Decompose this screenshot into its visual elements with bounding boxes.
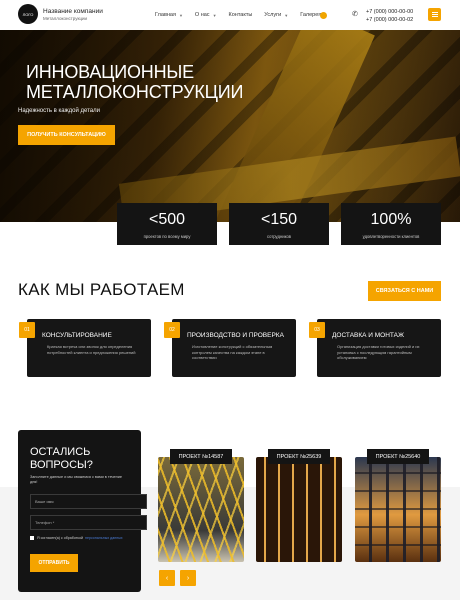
form-title: ОСТАЛИСЬ ВОПРОСЫ? bbox=[30, 446, 93, 471]
consultation-button[interactable]: ПОЛУЧИТЬ КОНСУЛЬТАЦИЮ bbox=[18, 125, 115, 145]
site-header: ЛОГО Название компании Металлоконструкци… bbox=[0, 0, 460, 30]
prev-arrow-icon[interactable]: ‹ bbox=[159, 570, 175, 586]
company-block: Название компании Металлоконструкции bbox=[43, 8, 103, 22]
process-step-card: 03 ДОСТАВКА И МОНТАЖ Организация доставк… bbox=[309, 319, 441, 377]
nav-label: Галерея bbox=[300, 12, 322, 18]
phone-1[interactable]: +7 (000) 000-00-00 bbox=[366, 8, 413, 16]
stat-card: 100% удовлетворенности клиентов bbox=[341, 203, 441, 245]
project-image[interactable] bbox=[355, 457, 441, 562]
process-step-card: 02 ПРОИЗВОДСТВО И ПРОВЕРКА Изготовление … bbox=[164, 319, 296, 377]
step-number-badge: 01 bbox=[19, 322, 35, 338]
nav-label: О нас bbox=[194, 12, 210, 18]
phone-2[interactable]: +7 (000) 000-00-02 bbox=[366, 16, 413, 24]
nav-label: Контакты bbox=[228, 12, 253, 18]
project-label: ПРОЕКТ №25640 bbox=[367, 449, 429, 464]
form-title-line: ОСТАЛИСЬ bbox=[30, 446, 91, 458]
step-number-badge: 03 bbox=[309, 322, 325, 338]
hero-subtitle: Надежность в каждой детали bbox=[18, 108, 100, 114]
step-description: Краткая встреча или звонок для определен… bbox=[47, 344, 136, 355]
stat-card: <150 сотрудников bbox=[229, 203, 329, 245]
phone-field[interactable]: Телефон * bbox=[30, 515, 147, 530]
menu-button[interactable] bbox=[428, 8, 441, 21]
hero-title: ИННОВАЦИОННЫЕ МЕТАЛЛОКОНСТРУКЦИИ bbox=[26, 62, 243, 102]
form-subtitle: Заполните данные и мы свяжемся с вами в … bbox=[30, 475, 122, 484]
chevron-down-icon: ▼ bbox=[178, 12, 183, 18]
phone-icon: ✆ bbox=[352, 11, 358, 18]
step-description: Организация доставки готовых изделий и и… bbox=[337, 344, 420, 360]
company-subtitle: Металлоконструкции bbox=[43, 16, 88, 21]
hamburger-icon bbox=[431, 14, 438, 15]
nav-label: Услуги bbox=[264, 12, 282, 18]
chevron-down-icon: ▼ bbox=[284, 12, 289, 18]
stat-value: 100% bbox=[370, 211, 412, 228]
process-step-card: 01 КОНСУЛЬТИРОВАНИЕ Краткая встреча или … bbox=[19, 319, 151, 377]
project-image[interactable] bbox=[158, 457, 244, 562]
step-description: Изготовление конструкций с обязательным … bbox=[192, 344, 273, 360]
stat-label: сотрудников bbox=[266, 234, 292, 239]
stat-label: удовлетворенности клиентов bbox=[362, 234, 420, 239]
placeholder: Ваше имя bbox=[35, 499, 54, 504]
privacy-link[interactable]: персональных данных bbox=[85, 536, 123, 540]
form-title-line: ВОПРОСЫ? bbox=[30, 458, 93, 471]
hero-banner: ИННОВАЦИОННЫЕ МЕТАЛЛОКОНСТРУКЦИИ Надежно… bbox=[0, 30, 460, 222]
nav-item-gallery[interactable]: Галерея bbox=[300, 12, 321, 18]
stat-value: <150 bbox=[260, 211, 298, 228]
step-number-badge: 02 bbox=[164, 322, 180, 338]
step-title: КОНСУЛЬТИРОВАНИЕ bbox=[42, 332, 112, 339]
step-title: ДОСТАВКА И МОНТАЖ bbox=[332, 332, 405, 339]
project-image[interactable] bbox=[256, 457, 342, 562]
step-title: ПРОИЗВОДСТВО И ПРОВЕРКА bbox=[187, 332, 284, 339]
company-name: Название компании bbox=[43, 8, 103, 15]
nav-label: Главная bbox=[155, 12, 176, 18]
placeholder: Телефон * bbox=[35, 520, 55, 525]
hero-title-line: ИННОВАЦИОННЫЕ bbox=[26, 62, 194, 82]
project-label: ПРОЕКТ №14587 bbox=[170, 449, 232, 464]
phone-numbers: +7 (000) 000-00-00 +7 (000) 000-00-02 bbox=[366, 8, 413, 24]
section-title: КАК МЫ РАБОТАЕМ bbox=[18, 280, 185, 299]
consent-checkbox[interactable]: Я согласен(а) с обработкой персональных … bbox=[30, 536, 123, 540]
nav-item-about[interactable]: О нас ▼ bbox=[195, 12, 217, 18]
submit-button[interactable]: ОТПРАВИТЬ bbox=[30, 554, 78, 572]
theme-dot-icon[interactable] bbox=[320, 12, 327, 19]
name-field[interactable]: Ваше имя bbox=[30, 494, 147, 509]
stat-card: <500 проектов по всему миру bbox=[117, 203, 217, 245]
hero-title-line: МЕТАЛЛОКОНСТРУКЦИИ bbox=[26, 82, 244, 102]
nav-item-services[interactable]: Услуги ▼ bbox=[264, 12, 288, 18]
contact-us-button[interactable]: СВЯЗАТЬСЯ С НАМИ bbox=[368, 281, 441, 301]
consent-text: Я согласен(а) с обработкой bbox=[37, 536, 84, 540]
logo[interactable]: ЛОГО bbox=[18, 4, 38, 24]
nav-item-home[interactable]: Главная ▼ bbox=[155, 12, 183, 18]
nav-item-contacts[interactable]: Контакты bbox=[229, 12, 253, 18]
project-label: ПРОЕКТ №25639 bbox=[268, 449, 330, 464]
checkbox-icon[interactable] bbox=[30, 536, 34, 540]
main-nav: Главная ▼ О нас ▼ Контакты Услуги ▼ Галерея bbox=[155, 12, 321, 18]
chevron-down-icon: ▼ bbox=[212, 12, 217, 18]
stat-value: <500 bbox=[148, 211, 186, 228]
stat-label: проектов по всему миру bbox=[143, 234, 191, 239]
next-arrow-icon[interactable]: › bbox=[180, 570, 196, 586]
